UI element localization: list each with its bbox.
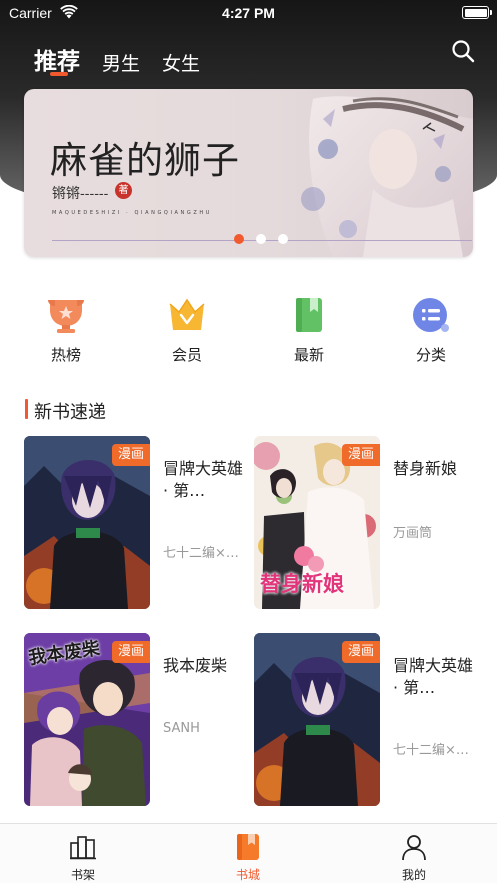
menu-item-vip[interactable]: 会员 [147, 296, 227, 368]
book-author: 七十二编×… [163, 546, 239, 561]
tab-female[interactable]: 女生 [162, 49, 200, 76]
clock: 4:27 PM [222, 5, 275, 21]
top-tab-bar: 推荐 男生 女生 [34, 36, 222, 76]
crown-icon [169, 298, 205, 330]
carousel-dot-3[interactable] [277, 234, 288, 244]
banner-illustration [301, 96, 473, 257]
section-accent-bar [25, 399, 28, 419]
category-menu: 热榜 会员 最新 分类 [0, 296, 497, 368]
status-bar: Carrier 4:27 PM [0, 0, 497, 26]
book-author: 七十二编×… [393, 743, 469, 758]
tab-profile[interactable]: 我的 [364, 824, 464, 883]
menu-item-hot[interactable]: 热榜 [26, 296, 106, 368]
banner-carousel[interactable]: 麻雀的狮子 锵锵------ 著 MAQUEDESHIZI · QIANGQIA… [24, 89, 473, 257]
book-card[interactable]: 漫画 冒牌大英雄 · 第… 七十二编×… [24, 436, 244, 611]
book-card[interactable]: 漫画 冒牌大英雄 · 第… 七十二编×… [254, 633, 474, 808]
tab-recommend[interactable]: 推荐 [34, 42, 80, 76]
book-card[interactable]: 漫画 我本废柴 我本废柴 SANH [24, 633, 244, 808]
trophy-icon [48, 300, 84, 333]
book-title: 冒牌大英雄 · 第… [393, 656, 474, 697]
profile-icon [402, 835, 426, 861]
active-tab-indicator [50, 72, 68, 76]
tab-bookstore[interactable]: 书城 [198, 824, 298, 883]
tab-male[interactable]: 男生 [102, 49, 140, 76]
banner-author: 锵锵------ [52, 186, 109, 202]
tab-label-bookstore: 书城 [235, 868, 260, 882]
book-badge: 漫画 [342, 444, 380, 466]
book-card[interactable]: 漫画 替身新娘 替身新娘 万画筒 [254, 436, 474, 611]
cover-title: 替身新娘 [260, 572, 344, 596]
category-icon [413, 298, 449, 332]
bottom-tab-bar: 书架 书城 我的 [0, 823, 497, 883]
carousel-dot-1[interactable] [233, 234, 244, 244]
menu-item-category[interactable]: 分类 [391, 296, 471, 368]
bookshelf-icon [70, 836, 96, 860]
book-cover: 漫画 [254, 633, 380, 806]
book-author: SANH [163, 721, 200, 736]
book-title: 我本废柴 [163, 656, 228, 675]
section-title: 新书速递 [34, 402, 106, 423]
book-cover: 漫画 替身新娘 [254, 436, 380, 609]
battery-icon [462, 6, 492, 19]
tab-label-bookshelf: 书架 [70, 868, 95, 882]
banner-seal: 著 [115, 182, 132, 199]
book-badge: 漫画 [112, 641, 150, 663]
tab-bookshelf[interactable]: 书架 [33, 824, 133, 883]
tab-label-profile: 我的 [401, 868, 426, 882]
book-cover: 漫画 [24, 436, 150, 609]
book-cover: 漫画 我本废柴 [24, 633, 150, 806]
menu-label-latest: 最新 [293, 346, 324, 364]
search-icon[interactable] [451, 39, 475, 63]
banner-pinyin: MAQUEDESHIZI · QIANGQIANGZHU [52, 210, 213, 216]
menu-label-vip: 会员 [171, 346, 202, 364]
carousel-dots [24, 234, 473, 244]
book-title: 冒牌大英雄 · 第… [163, 459, 244, 500]
menu-item-latest[interactable]: 最新 [269, 296, 349, 368]
menu-label-category: 分类 [415, 346, 446, 364]
bookstore-icon [237, 834, 259, 860]
book-badge: 漫画 [342, 641, 380, 663]
book-badge: 漫画 [112, 444, 150, 466]
book-author: 万画筒 [393, 526, 433, 541]
carousel-dot-2[interactable] [255, 234, 266, 244]
menu-label-hot: 热榜 [50, 346, 81, 364]
banner-title: 麻雀的狮子 [50, 139, 240, 182]
book-title: 替身新娘 [393, 459, 458, 478]
book-icon [296, 298, 322, 332]
